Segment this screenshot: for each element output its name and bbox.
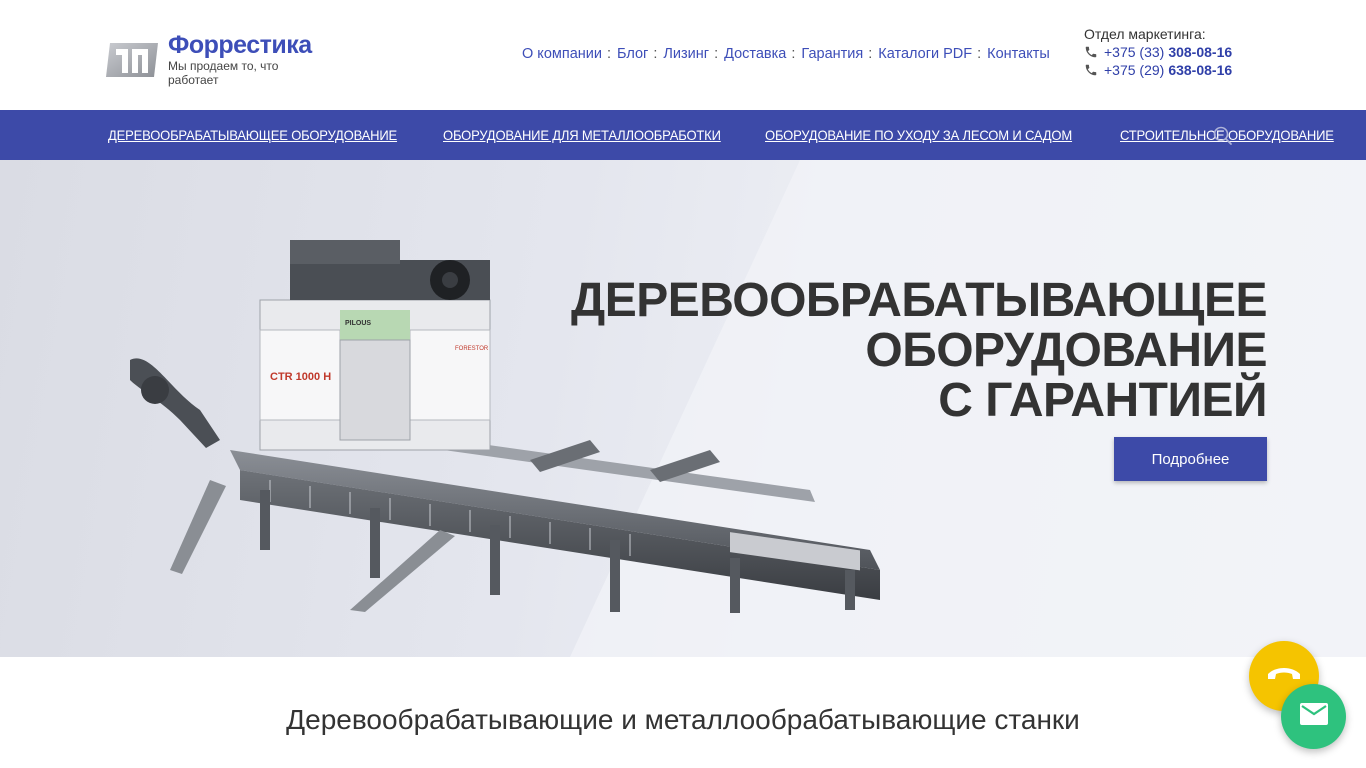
machine-model-label: CTR 1000 H: [270, 371, 331, 383]
phone-icon: [1266, 664, 1302, 689]
topnav-delivery[interactable]: Доставка: [724, 46, 786, 62]
site-header: Форрестика Мы продаем то, что работает О…: [0, 0, 1366, 110]
site-logo[interactable]: Форрестика Мы продаем то, что работает: [102, 32, 324, 87]
hero-more-button[interactable]: Подробнее: [1114, 437, 1267, 481]
topnav-contacts[interactable]: Контакты: [987, 46, 1050, 62]
topnav-separator: :: [977, 46, 982, 62]
hero-title-line: с гарантией: [938, 374, 1267, 427]
hero-title-line: оборудование: [865, 324, 1267, 377]
logo-slogan: Мы продаем то, что работает: [168, 58, 279, 87]
topnav-catalogs[interactable]: Каталоги PDF: [878, 46, 972, 62]
topnav-separator: :: [868, 46, 873, 62]
phone-icon: [1084, 63, 1098, 77]
main-navigation: Деревообрабатывающее оборудование Оборуд…: [0, 110, 1366, 160]
logo-mark-icon: [102, 37, 162, 81]
machine-maker-label: FORESTOR: [455, 346, 489, 352]
mainnav-forest-garden[interactable]: Оборудование по уходу за лесом и садом: [765, 127, 1072, 143]
topnav-separator: :: [653, 46, 658, 62]
hero-title-line: Деревообрабатывающее: [571, 274, 1267, 327]
logo-name: Форрестика: [168, 30, 312, 59]
search-icon[interactable]: [1212, 125, 1234, 147]
phone-number: 638-08-16: [1168, 62, 1233, 78]
topnav-separator: :: [606, 46, 612, 62]
phone-number: 308-08-16: [1168, 44, 1233, 60]
email-button[interactable]: [1281, 684, 1346, 749]
phone-link-1[interactable]: +375 (33) 308-08-16: [1084, 43, 1264, 61]
hero-banner: CTR 1000 H PILOUS FORESTOR Деревообрабат…: [0, 160, 1366, 657]
phone-code: +375 (33): [1104, 44, 1165, 60]
topnav-warranty[interactable]: Гарантия: [801, 46, 863, 62]
contacts-block: Отдел маркетинга: +375 (33) 308-08-16 +3…: [1084, 25, 1264, 79]
phone-icon: [1084, 45, 1098, 59]
topnav-separator: :: [714, 46, 719, 62]
contacts-department: Отдел маркетинга:: [1084, 26, 1206, 42]
topnav-blog[interactable]: Блог: [617, 46, 648, 62]
phone-code: +375 (29): [1104, 62, 1165, 78]
topnav-leasing[interactable]: Лизинг: [663, 46, 709, 62]
mainnav-metalworking[interactable]: Оборудование для металлообработки: [443, 127, 721, 143]
mainnav-woodworking[interactable]: Деревообрабатывающее оборудование: [108, 127, 397, 143]
topnav-separator: :: [791, 46, 796, 62]
mail-icon: [1299, 703, 1328, 730]
topnav-about[interactable]: О компании: [522, 46, 602, 62]
machine-brand-label: PILOUS: [345, 320, 371, 327]
section-title: Деревообрабатывающие и металлообрабатыва…: [286, 704, 1080, 735]
top-navigation: О компании : Блог : Лизинг : Доставка : …: [522, 44, 1050, 64]
hero-title: Деревообрабатывающее оборудование с гара…: [571, 276, 1267, 426]
phone-link-2[interactable]: +375 (29) 638-08-16: [1084, 61, 1264, 79]
